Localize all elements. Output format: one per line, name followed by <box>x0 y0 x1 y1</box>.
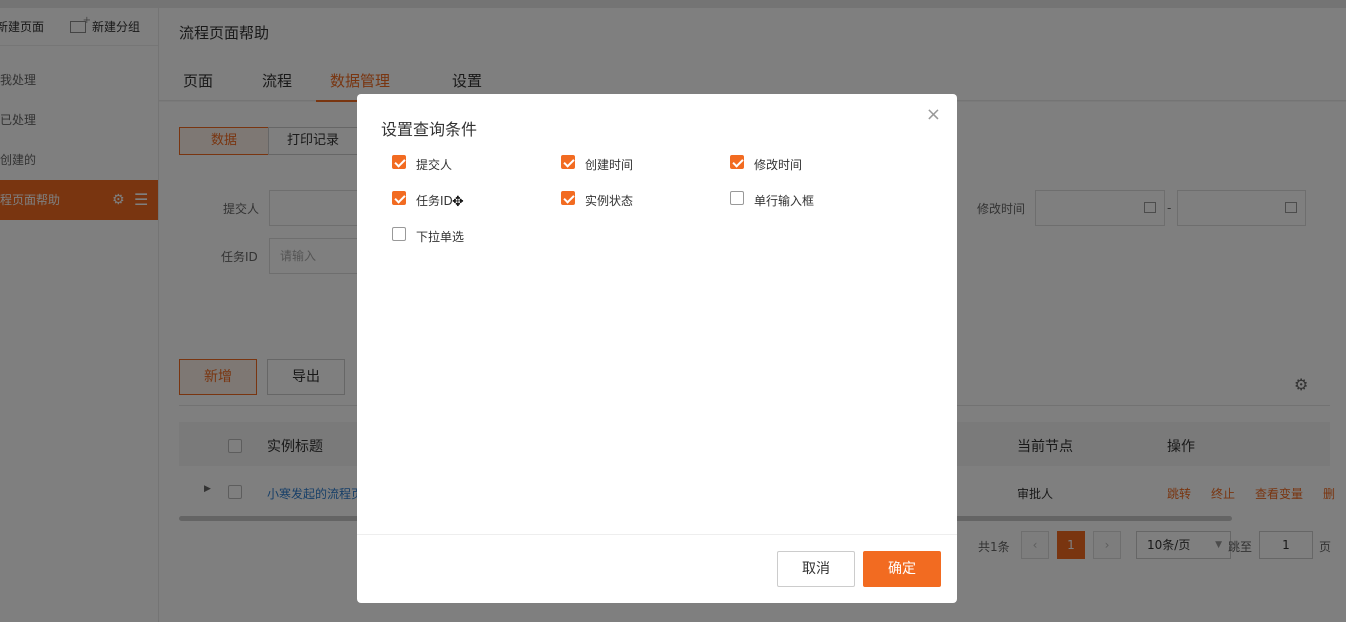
dialog-footer: 取消 确定 <box>357 534 957 603</box>
option-label: 下拉单选 <box>416 230 465 244</box>
checkbox-checked[interactable] <box>561 191 575 205</box>
cancel-button[interactable]: 取消 <box>777 551 855 587</box>
option-label: 提交人 <box>416 158 453 172</box>
move-cursor-icon: ✥ <box>452 194 464 210</box>
query-conditions-dialog: 设置查询条件 × 提交人 创建时间 修改时间 任务ID 实例状态 单行输入框 下… <box>357 94 957 603</box>
checkbox-checked[interactable] <box>392 155 406 169</box>
option-label: 实例状态 <box>585 194 634 208</box>
dialog-title: 设置查询条件 <box>381 120 478 139</box>
checkbox-checked[interactable] <box>730 155 744 169</box>
checkbox-checked[interactable] <box>561 155 575 169</box>
option-label: 修改时间 <box>754 158 803 172</box>
confirm-button[interactable]: 确定 <box>863 551 941 587</box>
option-label: 单行输入框 <box>754 194 815 208</box>
option-label: 创建时间 <box>585 158 634 172</box>
checkbox-unchecked[interactable] <box>392 227 406 241</box>
checkbox-unchecked[interactable] <box>730 191 744 205</box>
option-label: 任务ID <box>416 194 453 208</box>
close-icon[interactable]: × <box>926 104 941 125</box>
checkbox-checked[interactable] <box>392 191 406 205</box>
